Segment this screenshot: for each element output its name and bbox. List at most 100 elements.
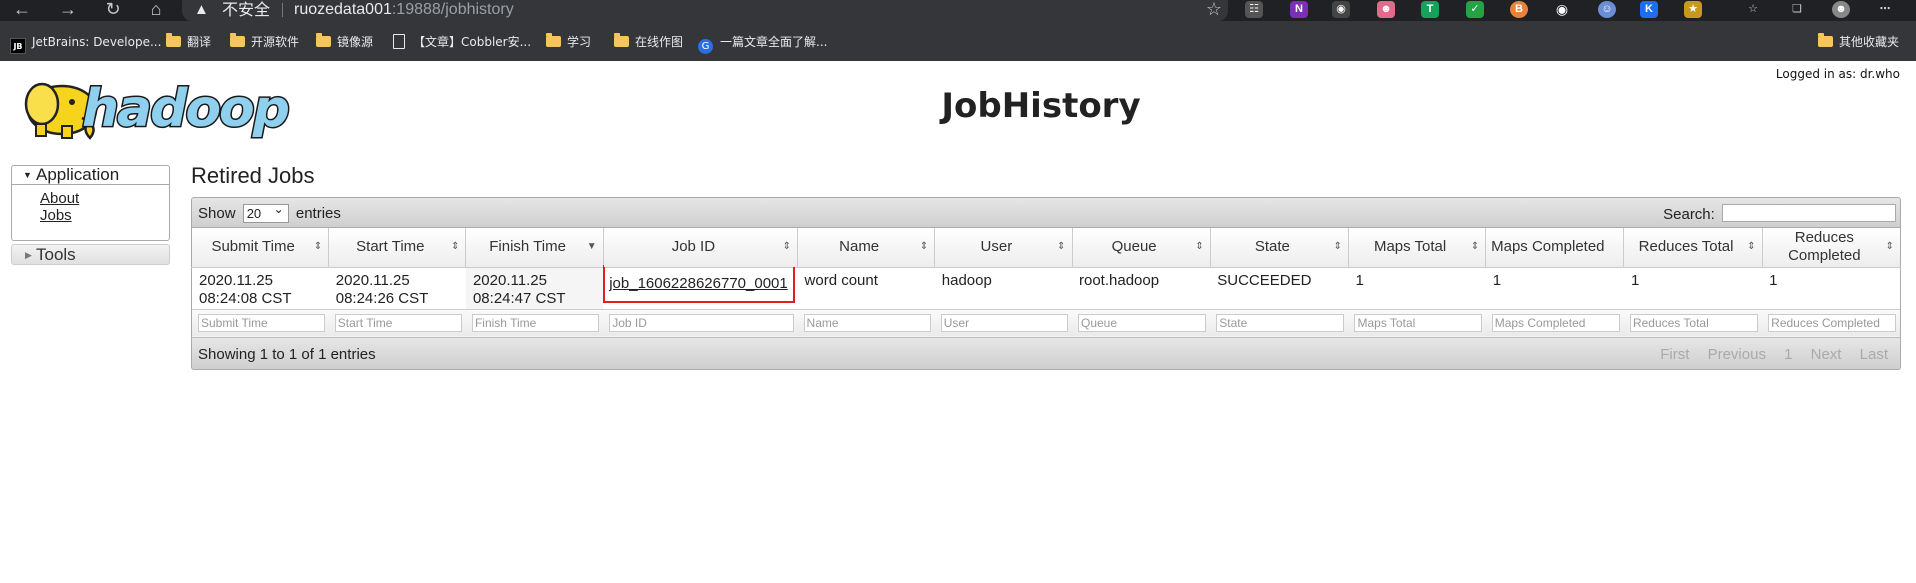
jobs-table: Submit Time ⇕ Start Time ⇕ Finish Time ▼ Jo… [190, 228, 1902, 337]
reload-icon[interactable]: ↻ [101, 0, 125, 21]
warning-icon: ▲ [194, 1, 209, 18]
sort-icon: ⇕ [919, 241, 929, 252]
cell-start-time: 2020.11.25 08:24:26 CST [328, 267, 466, 309]
filter-finish-time[interactable]: Finish Time [471, 313, 600, 332]
table-footer: Showing 1 to 1 of 1 entries First Previo… [191, 337, 1901, 370]
other-bookmarks[interactable]: 其他收藏夹 [1818, 32, 1899, 52]
sort-icon: ⇕ [1470, 241, 1480, 252]
favorites-icon[interactable]: ☆ [1744, 1, 1762, 18]
cell-reduces-completed: 1 [1762, 267, 1902, 309]
browser-toolbar: ← → ↻ ⌂ ▲ 不安全 ruozedata001:19888/jobhist… [0, 0, 1916, 21]
sort-icon: ⇕ [1333, 241, 1342, 252]
search-input[interactable] [1722, 204, 1896, 222]
url-text[interactable]: ruozedata001:19888/jobhistory [294, 0, 514, 19]
cell-job-id: job_1606228626770_0001 [603, 264, 798, 309]
jobs-table-wrapper: Show 20 entries Search: Submit Time⇕ Sta… [190, 197, 1902, 370]
triangle-right-icon: ▶ [25, 250, 32, 260]
folder-icon [230, 33, 245, 47]
cell-maps-completed: 1 [1485, 267, 1624, 309]
col-state[interactable]: State ⇕ [1209, 228, 1349, 268]
bookmark-star-icon[interactable]: ☆ [1206, 0, 1222, 20]
first-button[interactable]: First [1660, 346, 1689, 363]
forward-icon[interactable]: → [56, 0, 80, 21]
translate-icon[interactable]: T [1421, 1, 1439, 18]
sidebar: ▼ Application About Jobs ▶ Tools [11, 165, 170, 265]
avatar-extension-icon[interactable]: ☺ [1598, 1, 1616, 18]
bookmark-item[interactable]: 翻译 [166, 32, 211, 52]
col-maps-total[interactable]: Maps Total ⇕ [1347, 228, 1486, 268]
filter-state[interactable]: State [1216, 313, 1345, 332]
filter-reduces-total[interactable]: Reduces Total [1629, 313, 1759, 332]
filter-reduces-completed[interactable]: Reduces Completed [1768, 313, 1896, 332]
bookmark-item[interactable]: 【文章】Cobbler安... [393, 32, 531, 52]
bilibili-icon[interactable]: B [1510, 1, 1528, 18]
extension-icon[interactable]: ◉ [1332, 1, 1350, 18]
col-finish-time[interactable]: Finish Time ▼ [465, 228, 604, 268]
cat-icon[interactable]: ☻ [1377, 1, 1395, 18]
folder-icon [1818, 33, 1833, 47]
col-maps-completed[interactable]: Maps Completed⇕ [1485, 228, 1635, 268]
next-button[interactable]: Next [1811, 346, 1842, 363]
search-control: Search: [1663, 204, 1896, 223]
col-user[interactable]: User ⇕ [934, 228, 1072, 268]
accordion-application[interactable]: ▼ Application [11, 165, 170, 185]
accordion-label: Tools [36, 245, 76, 264]
address-bar[interactable]: ▲ 不安全 ruozedata001:19888/jobhistory ☆ [182, 0, 1228, 21]
sort-icon: ⇕ [313, 241, 323, 252]
jobs-link[interactable]: Jobs [40, 207, 169, 224]
security-status: 不安全 [222, 0, 271, 19]
more-menu-icon[interactable]: ⋯ [1876, 1, 1894, 18]
triangle-down-icon: ▼ [23, 170, 32, 180]
col-name[interactable]: Name ⇕ [797, 228, 935, 268]
filter-submit-time[interactable]: Submit Time [198, 313, 325, 332]
cell-user: hadoop [934, 267, 1072, 309]
bookmark-item[interactable]: 镜像源 [316, 32, 373, 52]
home-icon[interactable]: ⌂ [144, 0, 168, 21]
filter-job-id[interactable]: Job ID [609, 313, 794, 332]
bookmark-item[interactable]: 学习 [546, 32, 591, 52]
folder-icon [546, 33, 561, 47]
job-id-link[interactable]: job_1606228626770_0001 [603, 264, 795, 303]
col-reduces-total[interactable]: Reduces Total ⇕ [1623, 228, 1763, 268]
about-link[interactable]: About [40, 190, 169, 207]
sort-icon: ⇕ [1747, 241, 1756, 252]
col-submit-time[interactable]: Submit Time ⇕ [190, 228, 329, 268]
section-title: Retired Jobs [191, 163, 315, 188]
profile-avatar[interactable]: ☻ [1832, 1, 1850, 18]
github-icon[interactable]: ◉ [1553, 1, 1571, 18]
filter-queue[interactable]: Queue [1078, 313, 1207, 332]
vk-icon[interactable]: K [1640, 1, 1658, 18]
back-icon[interactable]: ← [10, 0, 34, 21]
onenote-icon[interactable]: N [1290, 1, 1308, 18]
bookmark-item[interactable]: G 一篇文章全面了解... [698, 32, 827, 54]
filter-name[interactable]: Name [803, 313, 931, 332]
page-1-button[interactable]: 1 [1784, 346, 1792, 363]
collections-icon[interactable]: ❏ [1788, 1, 1806, 18]
bookmarks-bar: JB JetBrains: Develope... 翻译 开源软件 镜像源 【文章… [0, 21, 1916, 61]
filter-start-time[interactable]: Start Time [334, 313, 462, 332]
last-button[interactable]: Last [1860, 346, 1888, 363]
sort-icon: ⇕ [1195, 241, 1204, 252]
page-length-select[interactable]: 20 [242, 201, 289, 223]
sort-desc-icon: ▼ [586, 241, 597, 252]
sort-icon: ⇕ [1885, 241, 1894, 252]
col-reduces-completed[interactable]: Reduces Completed ⇕ [1761, 228, 1902, 268]
length-control: Show 20 entries [198, 201, 341, 223]
col-queue[interactable]: Queue ⇕ [1071, 228, 1211, 268]
filter-maps-completed[interactable]: Maps Completed [1491, 313, 1620, 332]
filter-user[interactable]: User [940, 313, 1068, 332]
filter-maps-total[interactable]: Maps Total [1354, 313, 1482, 332]
login-status: Logged in as: dr.who [1775, 67, 1900, 81]
bookmark-item[interactable]: 在线作图 [614, 32, 683, 52]
sort-icon: ⇕ [451, 241, 460, 252]
bookmark-item[interactable]: 开源软件 [230, 32, 299, 52]
reader-icon[interactable]: ☷ [1245, 1, 1263, 18]
col-job-id[interactable]: Job ID ⇕ [602, 228, 798, 268]
bookmark-item[interactable]: JB JetBrains: Develope... [10, 32, 161, 54]
medal-icon[interactable]: ★ [1684, 1, 1702, 18]
filter-row: Submit Time Start Time Finish Time Job I… [190, 308, 1902, 337]
col-start-time[interactable]: Start Time ⇕ [328, 228, 466, 268]
previous-button[interactable]: Previous [1708, 346, 1766, 363]
accordion-tools[interactable]: ▶ Tools [11, 244, 170, 265]
shield-icon[interactable]: ✓ [1466, 1, 1484, 18]
